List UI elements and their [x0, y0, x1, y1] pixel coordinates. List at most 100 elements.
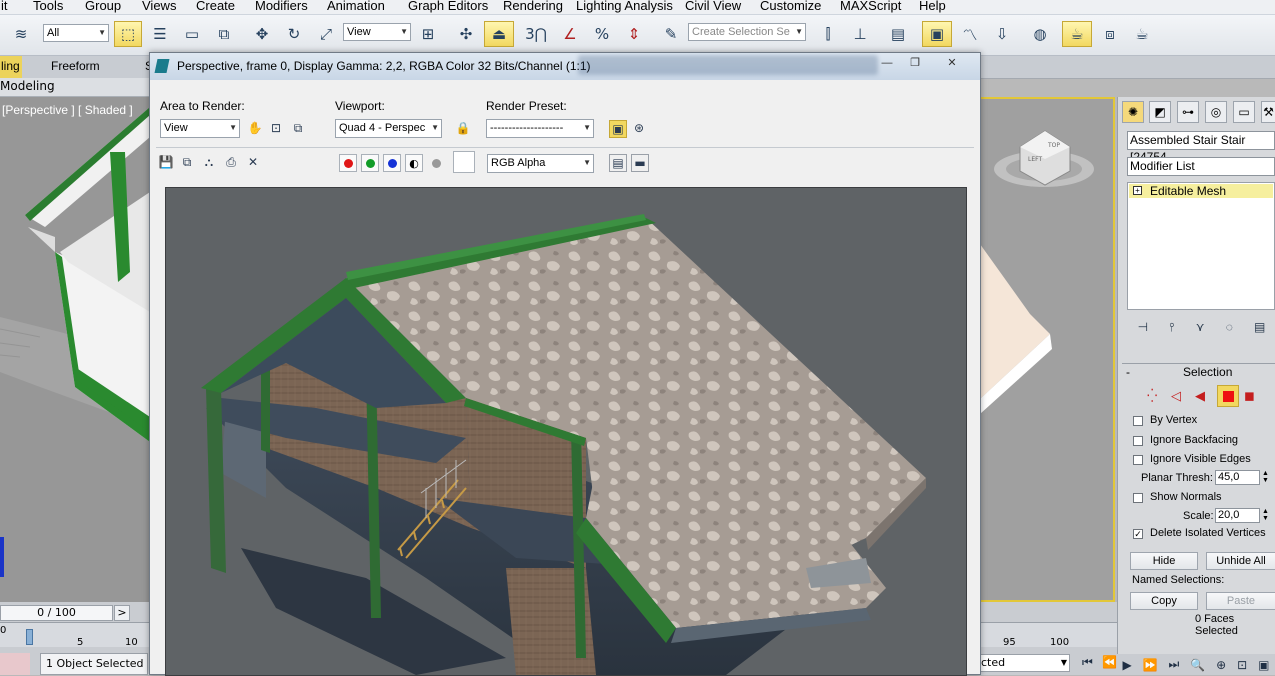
paste-button[interactable]: Paste: [1206, 592, 1275, 610]
selection-filter-dropdown[interactable]: All ▼: [43, 24, 109, 42]
track-bar[interactable]: 0 5 10: [0, 622, 150, 648]
menu-item-maxscript[interactable]: MAXScript: [840, 0, 901, 13]
copy-button[interactable]: Copy: [1130, 592, 1198, 610]
show-end-result-icon[interactable]: ⫯: [1169, 320, 1174, 335]
planar-thresh-spinner[interactable]: ▲ ▼: [1262, 470, 1269, 484]
environment-icon[interactable]: ⊛: [631, 120, 647, 136]
viewport-dropdown[interactable]: Quad 4 - Perspec ▼: [335, 119, 442, 138]
make-unique-icon[interactable]: ⋎: [1196, 320, 1205, 334]
render-preset-dropdown[interactable]: -------------------- ▼: [486, 119, 594, 138]
save-image-icon[interactable]: 💾: [158, 154, 174, 170]
render-setup-icon[interactable]: ▣: [609, 120, 627, 138]
rollout-collapse-icon[interactable]: -: [1126, 365, 1130, 379]
lock-icon[interactable]: 🔒: [455, 120, 471, 136]
viewport-label[interactable]: [Perspective ] [ Shaded ]: [2, 103, 133, 117]
link-icon[interactable]: ≋: [8, 21, 34, 47]
ignore-visible-edges-checkbox[interactable]: [1133, 455, 1143, 465]
element-icon[interactable]: ◼: [1244, 388, 1255, 404]
zoom-extents-icon[interactable]: ⊡: [1237, 658, 1247, 672]
edit-named-selection-icon[interactable]: ✎: [657, 21, 685, 47]
toggle-ui-icon[interactable]: ▬: [631, 154, 649, 172]
menu-item-help[interactable]: Help: [919, 0, 946, 13]
render-window-titlebar[interactable]: Perspective, frame 0, Display Gamma: 2,2…: [150, 53, 980, 80]
remove-modifier-icon[interactable]: ◌: [1226, 320, 1233, 334]
window-crossing-icon[interactable]: ⧉: [210, 21, 238, 47]
rotate-icon[interactable]: ↻: [280, 21, 308, 47]
manipulate-icon[interactable]: ✣: [452, 21, 480, 47]
menu-item-create[interactable]: Create: [196, 0, 235, 13]
subtab-modeling[interactable]: Modeling: [0, 79, 55, 93]
vertex-icon[interactable]: ⁛: [1147, 388, 1157, 404]
render-region-icon[interactable]: ⧉: [290, 120, 306, 136]
named-selection-set-dropdown[interactable]: Create Selection Se ▼: [688, 23, 806, 41]
utilities-tab-icon[interactable]: ⚒: [1261, 101, 1275, 123]
planar-thresh-field[interactable]: 45,0: [1215, 470, 1260, 485]
zoom-all-icon[interactable]: ⊕: [1216, 658, 1226, 672]
menu-item-rendering[interactable]: Rendering: [503, 0, 563, 13]
clear-image-icon[interactable]: ✕: [245, 154, 261, 170]
layer-manager-icon[interactable]: ▤: [884, 21, 912, 47]
key-filter-dropdown[interactable]: cted ▼: [978, 654, 1070, 672]
select-object-button[interactable]: ⬚: [114, 21, 142, 47]
menu-item-tools[interactable]: Tools: [33, 0, 63, 13]
menu-item-edit[interactable]: it: [1, 0, 8, 13]
spinner-snap-icon[interactable]: ⇕: [620, 21, 648, 47]
scale-field[interactable]: 20,0: [1215, 508, 1260, 523]
edit-region-icon[interactable]: ✋: [247, 120, 263, 136]
maximize-viewport-icon[interactable]: ▣: [1258, 658, 1269, 672]
restore-button[interactable]: ❐: [904, 56, 926, 70]
zoom-icon[interactable]: 🔍: [1190, 658, 1205, 672]
menu-item-views[interactable]: Views: [142, 0, 176, 13]
ignore-backfacing-checkbox[interactable]: [1133, 436, 1143, 446]
print-image-icon[interactable]: ⎙: [223, 154, 239, 170]
maxscript-listener-mini[interactable]: [0, 653, 30, 675]
move-icon[interactable]: ✥: [248, 21, 276, 47]
tab-modeling[interactable]: ling: [1, 59, 20, 73]
hierarchy-tab-icon[interactable]: ⊶: [1177, 101, 1199, 123]
perspective-viewport-left[interactable]: [0, 97, 150, 602]
select-by-name-icon[interactable]: ☰: [146, 21, 174, 47]
polygon-icon[interactable]: [1217, 385, 1239, 407]
menu-item-lighting-analysis[interactable]: Lighting Analysis: [576, 0, 673, 13]
display-tab-icon[interactable]: ▭: [1233, 101, 1255, 123]
keyboard-shortcut-override-button[interactable]: ⏏: [484, 21, 514, 47]
tab-freeform[interactable]: Freeform: [51, 59, 100, 73]
next-frame-button[interactable]: >: [114, 605, 130, 621]
rendered-image[interactable]: [165, 187, 967, 676]
scale-icon[interactable]: ⤢: [312, 21, 340, 47]
copy-image-icon[interactable]: ⧉: [179, 154, 195, 170]
menu-item-group[interactable]: Group: [85, 0, 121, 13]
percent-snap-icon[interactable]: %: [588, 21, 616, 47]
align-icon[interactable]: ⊥: [846, 21, 874, 47]
unhide-all-button[interactable]: Unhide All: [1206, 552, 1275, 570]
curve-editor-icon[interactable]: 〽: [956, 21, 984, 47]
pin-stack-icon[interactable]: ⊣: [1138, 320, 1148, 334]
scale-spinner[interactable]: ▲ ▼: [1262, 508, 1269, 522]
alpha-channel-toggle[interactable]: ◐: [405, 154, 423, 172]
menu-item-animation[interactable]: Animation: [327, 0, 385, 13]
menu-item-customize[interactable]: Customize: [760, 0, 821, 13]
clone-window-icon[interactable]: ⛬: [201, 154, 217, 170]
previous-frame-icon[interactable]: ⏪: [1102, 655, 1117, 669]
modify-tab-icon[interactable]: ◩: [1149, 101, 1171, 123]
modifier-list-dropdown[interactable]: Modifier List: [1127, 157, 1275, 176]
stack-item-editable-mesh[interactable]: + Editable Mesh: [1129, 184, 1273, 198]
show-normals-checkbox[interactable]: [1133, 493, 1143, 503]
object-name-field[interactable]: Assembled Stair Stair [24754: [1127, 131, 1275, 164]
snaps-toggle-icon[interactable]: 3 ⋂: [522, 21, 550, 47]
motion-tab-icon[interactable]: ◎: [1205, 101, 1227, 123]
by-vertex-checkbox[interactable]: [1133, 416, 1143, 426]
rect-selection-icon[interactable]: ▭: [178, 21, 206, 47]
menu-item-graph-editors[interactable]: Graph Editors: [408, 0, 488, 13]
toggle-ui-overlay-icon[interactable]: ▤: [609, 154, 627, 172]
go-to-start-icon[interactable]: ⏮: [1082, 655, 1093, 670]
mirror-icon[interactable]: ⫿: [814, 21, 842, 47]
delete-isolated-checkbox[interactable]: ✓: [1133, 529, 1143, 539]
play-icon[interactable]: ▶: [1122, 658, 1131, 672]
red-channel-toggle[interactable]: [339, 154, 357, 172]
material-editor-icon[interactable]: ◍: [1026, 21, 1054, 47]
create-tab-icon[interactable]: ✺: [1122, 101, 1144, 123]
pivot-center-icon[interactable]: ⊞: [414, 21, 442, 47]
color-swatch[interactable]: [453, 151, 475, 173]
monochrome-toggle[interactable]: [427, 154, 445, 172]
